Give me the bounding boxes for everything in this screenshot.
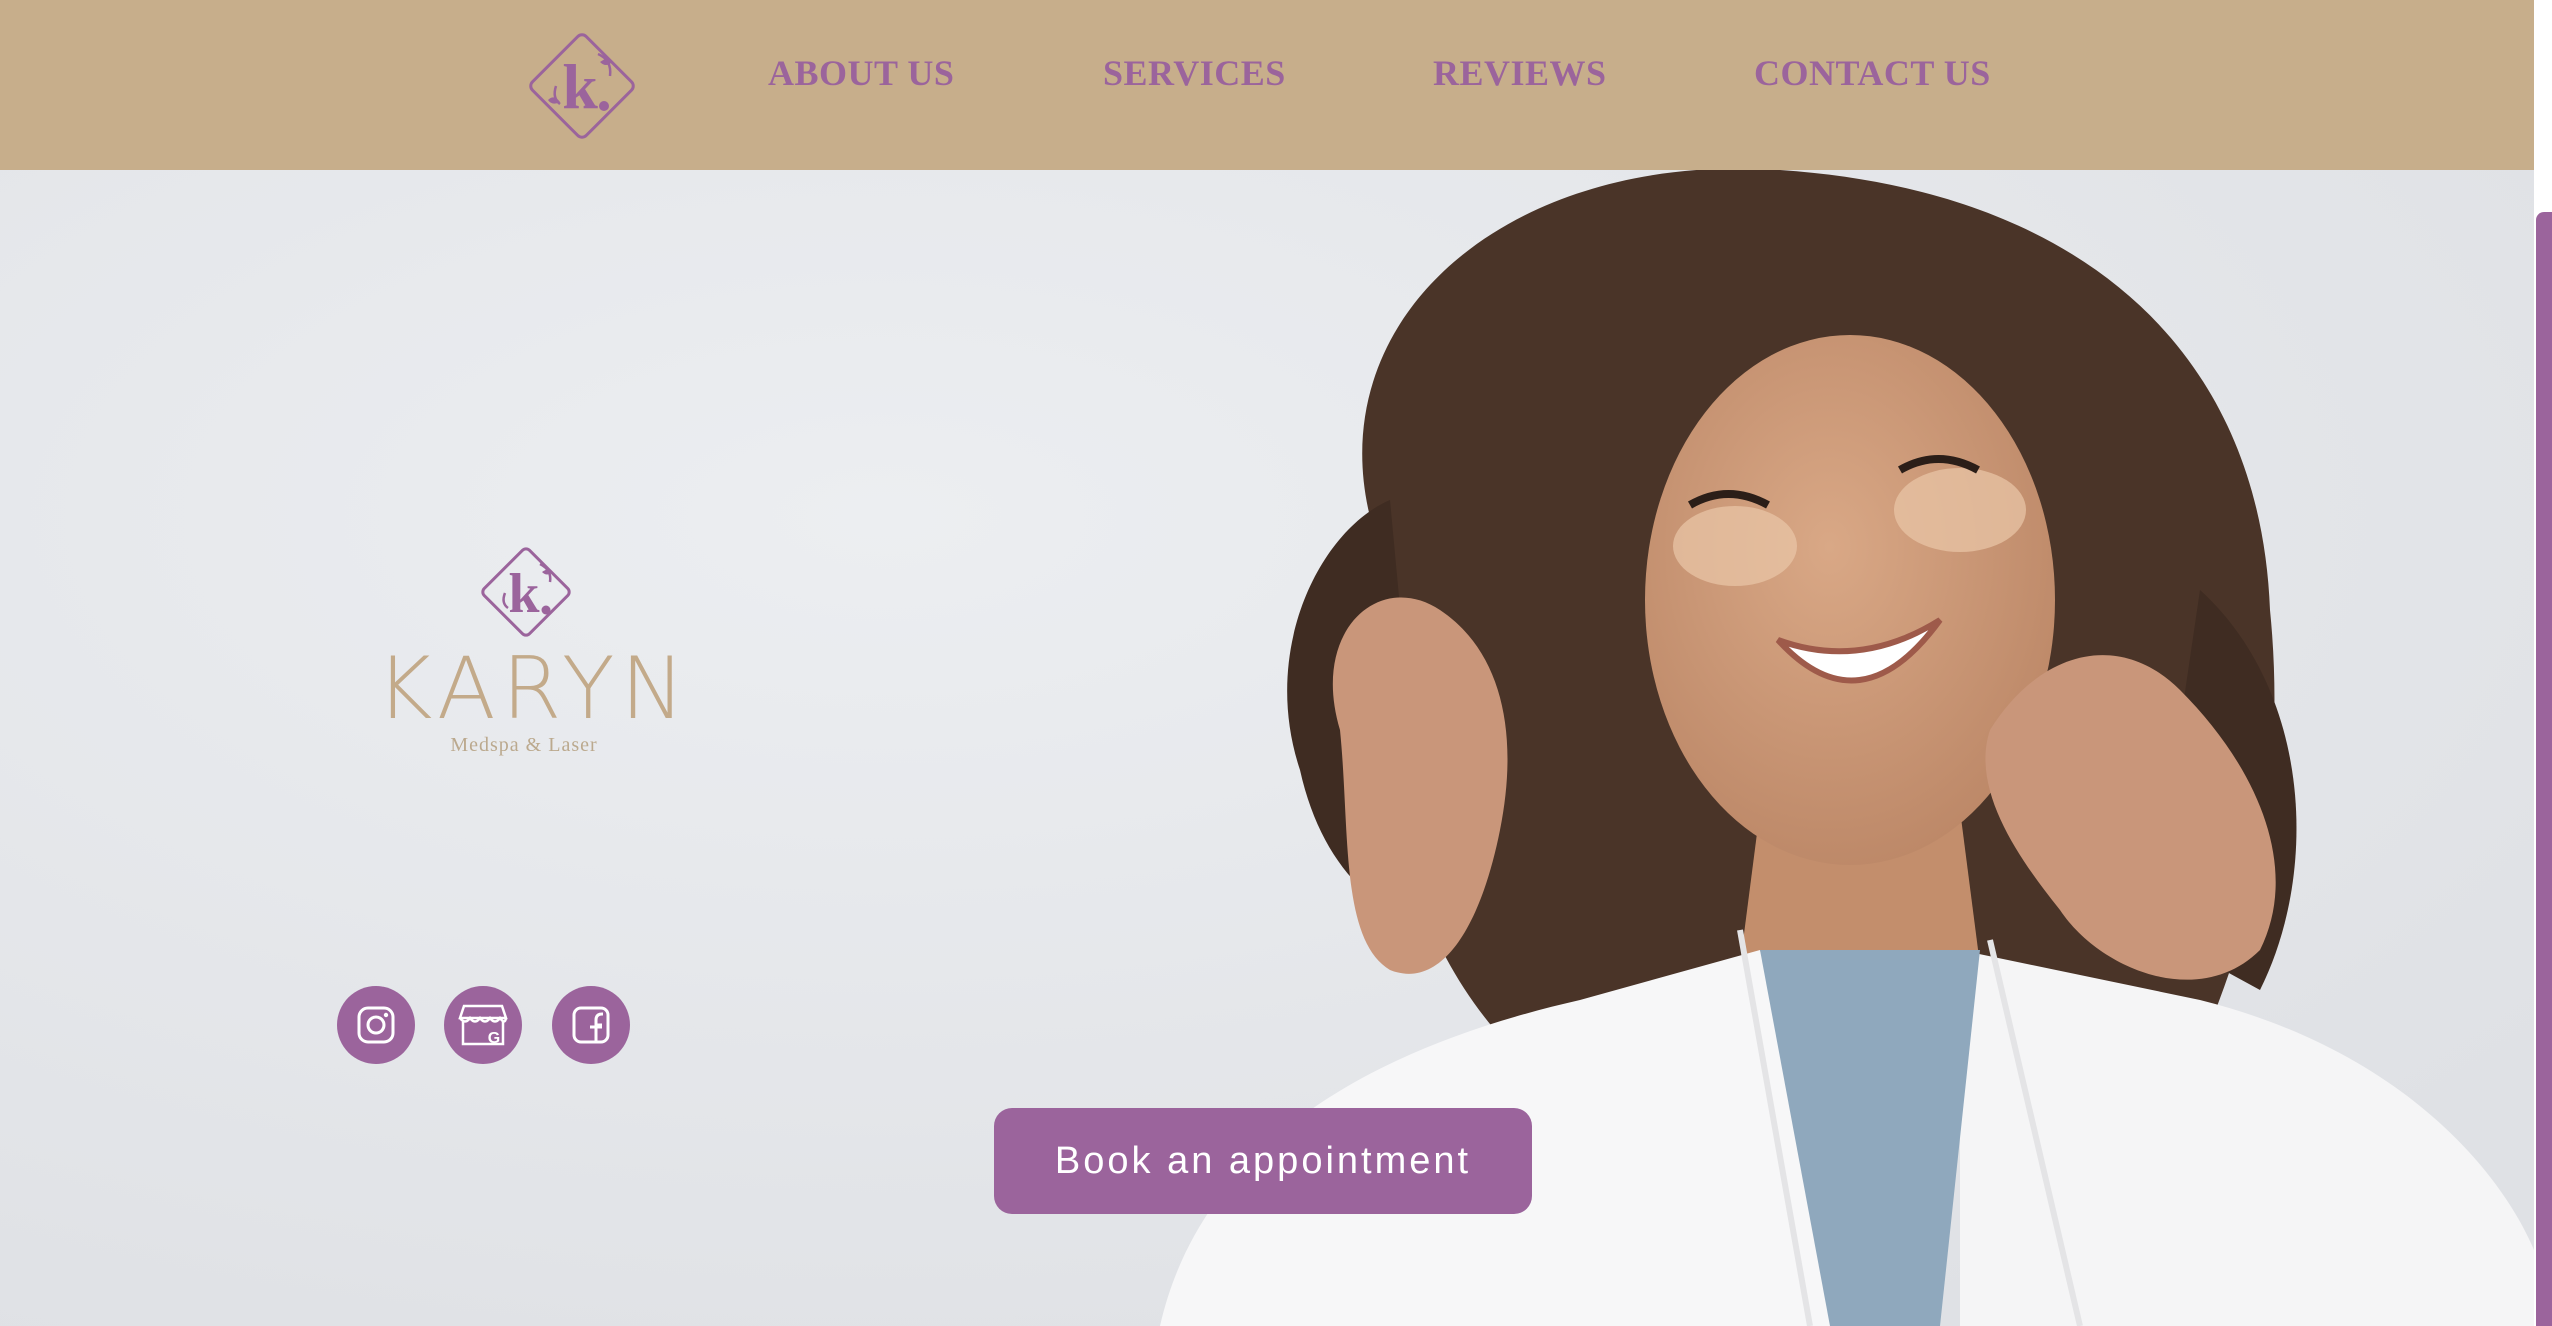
google-business-icon: G (458, 1004, 508, 1047)
nav-services[interactable]: SERVICES (1103, 52, 1286, 94)
instagram-icon (357, 1006, 395, 1044)
brand-name: KARYN (376, 639, 691, 739)
instagram-link[interactable] (337, 986, 415, 1064)
site-header: k ABOUT US SERVICES REVIEWS CONTACT US (0, 0, 2534, 170)
brand-mark-icon: k (481, 547, 571, 637)
facebook-link[interactable] (552, 986, 630, 1064)
header-logo[interactable]: k (516, 20, 648, 152)
brand-mark-letter: k (508, 563, 540, 625)
brand-tagline: Medspa & Laser (450, 734, 598, 756)
svg-text:G: G (488, 1030, 500, 1047)
logo-letter: k (562, 51, 598, 122)
nav-about-us[interactable]: ABOUT US (768, 52, 954, 94)
nav-reviews[interactable]: REVIEWS (1433, 52, 1607, 94)
google-business-link[interactable]: G (444, 986, 522, 1064)
book-appointment-button[interactable]: Book an appointment (994, 1108, 1532, 1214)
facebook-icon (572, 1006, 610, 1044)
hero-section: k KARYN Medspa & Laser G Book an appoint… (0, 170, 2534, 1326)
page-scrollbar-thumb[interactable] (2536, 212, 2552, 1326)
nav-contact-us[interactable]: CONTACT US (1754, 52, 1991, 94)
